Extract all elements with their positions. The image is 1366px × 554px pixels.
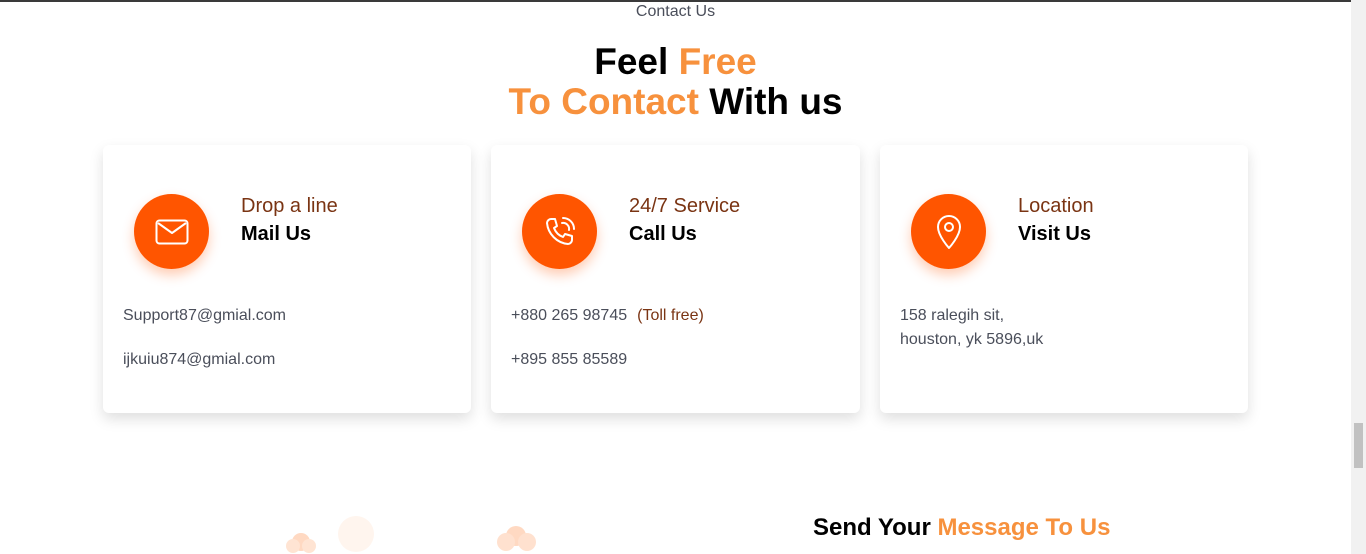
phone-line: +880 265 98745 (Toll free) bbox=[511, 307, 704, 325]
section-heading: Feel Free To Contact With us bbox=[0, 42, 1351, 122]
mail-icon bbox=[134, 194, 209, 269]
card-kicker: Drop a line bbox=[241, 195, 338, 217]
cloud-decoration-icon bbox=[286, 533, 316, 553]
heading-word-to-contact: To Contact bbox=[508, 81, 699, 122]
page-scrollbar[interactable] bbox=[1351, 0, 1366, 554]
section-subtitle: Contact Us bbox=[635, 3, 716, 20]
phone-link[interactable]: +895 855 85589 bbox=[511, 351, 627, 369]
cloud-decoration-icon bbox=[497, 526, 536, 551]
heading-line-1: Feel Free bbox=[0, 42, 1351, 82]
card-kicker: Location bbox=[1018, 195, 1094, 217]
phone-link[interactable]: +880 265 98745 bbox=[511, 307, 627, 324]
card-kicker: 24/7 Service bbox=[629, 195, 741, 217]
address-line: 158 ralegih sit, bbox=[900, 307, 1005, 324]
contact-card-mail: Drop a line Mail Us Support87@gmial.com … bbox=[103, 145, 471, 413]
email-link[interactable]: Support87@gmial.com bbox=[123, 307, 286, 325]
card-title: Call Us bbox=[629, 223, 697, 245]
contact-card-call: 24/7 Service Call Us +880 265 98745 (Toll… bbox=[491, 145, 860, 413]
card-title: Mail Us bbox=[241, 223, 312, 245]
cloud-decoration-icon bbox=[338, 516, 374, 552]
phone-icon bbox=[522, 194, 597, 269]
heading-line-2: To Contact With us bbox=[0, 82, 1351, 122]
contact-card-visit: Location Visit Us 158 ralegih sit, houst… bbox=[880, 145, 1248, 413]
heading-word-feel: Feel bbox=[594, 41, 669, 82]
card-title: Visit Us bbox=[1018, 223, 1091, 245]
send-heading-part1: Send Your bbox=[813, 514, 931, 541]
location-pin-icon bbox=[911, 194, 986, 269]
email-link[interactable]: ijkuiu874@gmial.com bbox=[123, 351, 275, 369]
scrollbar-thumb[interactable] bbox=[1354, 423, 1363, 468]
top-border bbox=[0, 0, 1366, 2]
heading-word-free: Free bbox=[678, 41, 757, 82]
toll-free-note: (Toll free) bbox=[637, 307, 704, 324]
send-message-heading: Send Your Message To Us bbox=[813, 514, 1110, 542]
send-heading-part2: Message To Us bbox=[937, 514, 1111, 541]
address-line: houston, yk 5896,uk bbox=[900, 331, 1044, 348]
heading-word-with-us: With us bbox=[709, 81, 843, 122]
